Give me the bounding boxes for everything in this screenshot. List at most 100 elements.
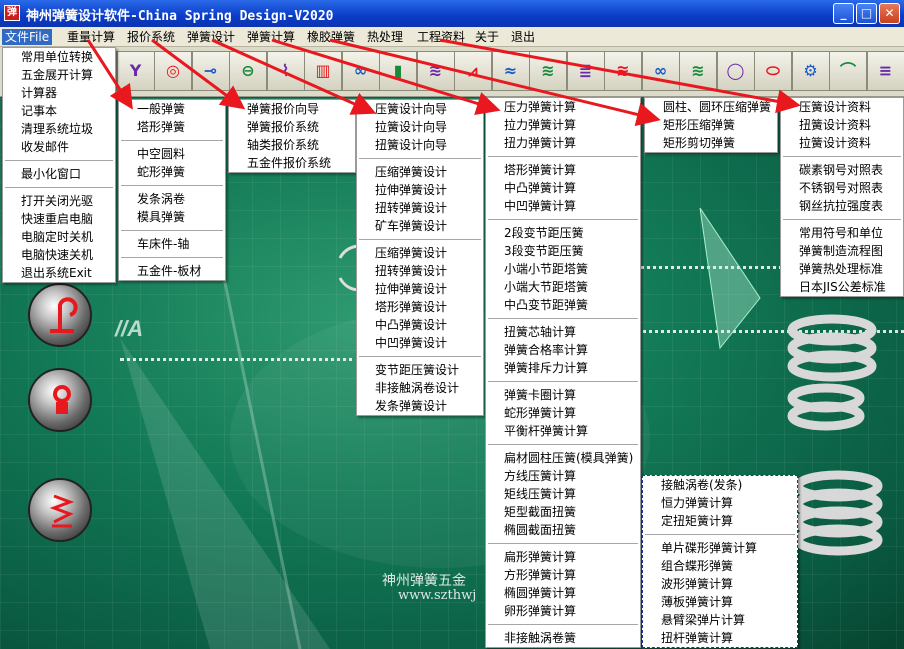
- coil-array-icon[interactable]: ▥: [304, 51, 342, 91]
- engineering-menu-item[interactable]: 不锈钢号对照表: [781, 179, 903, 197]
- file-menu-item[interactable]: 清理系统垃圾: [3, 120, 115, 138]
- calc-menu-item[interactable]: 平衡杆弹簧计算: [486, 422, 640, 440]
- calc-menu-item[interactable]: 中凸弹簧计算: [486, 179, 640, 197]
- rubber-menu-item[interactable]: 圆柱、圆环压缩弹簧: [645, 98, 777, 116]
- stack-icon[interactable]: ≋: [416, 51, 455, 91]
- engineering-menu-item[interactable]: 拉簧设计资料: [781, 134, 903, 152]
- file-menu-item[interactable]: 记事本: [3, 102, 115, 120]
- engineering-menu-item[interactable]: 扭簧设计资料: [781, 116, 903, 134]
- calc_sub-menu-item[interactable]: 定扭矩簧计算: [643, 512, 797, 530]
- design-menu-item[interactable]: 变节距压簧设计: [357, 361, 483, 379]
- calc_sub-menu-item[interactable]: 组合蝶形弹簧: [643, 557, 797, 575]
- design-menu-item[interactable]: 拉伸弹簧设计: [357, 181, 483, 199]
- menu-spring-design[interactable]: 弹簧设计: [184, 29, 238, 45]
- zigzag-icon[interactable]: ⩘: [454, 51, 492, 91]
- file-menu-item[interactable]: 最小化窗口: [3, 165, 115, 183]
- rubber-menu-item[interactable]: 矩形压缩弹簧: [645, 116, 777, 134]
- calc-menu-item[interactable]: 塔形弹簧计算: [486, 161, 640, 179]
- design-menu-item[interactable]: 拉伸弹簧设计: [357, 280, 483, 298]
- menu-quote[interactable]: 报价系统: [124, 29, 178, 45]
- calc-menu-item[interactable]: 蛇形弹簧计算: [486, 404, 640, 422]
- compression-spring-icon[interactable]: ⌇: [266, 51, 305, 91]
- weight-menu-item[interactable]: 模具弹簧: [119, 208, 225, 226]
- blue-coil-icon[interactable]: ≣: [566, 51, 605, 91]
- weight-menu-item[interactable]: 车床件-轴: [119, 235, 225, 253]
- arch-icon[interactable]: ⌒: [829, 51, 867, 91]
- calc-menu-item[interactable]: 小端大节距塔簧: [486, 278, 640, 296]
- design-menu-item[interactable]: 压缩弹簧设计: [357, 244, 483, 262]
- calc-menu-item[interactable]: 扁材圆柱压簧(模具弹簧): [486, 449, 640, 467]
- menu-weight-calc[interactable]: 重量计算: [64, 29, 118, 45]
- design-menu-item[interactable]: 压缩弹簧设计: [357, 163, 483, 181]
- menu-heat-treatment[interactable]: 热处理: [364, 29, 406, 45]
- chain-icon[interactable]: ⊖: [229, 51, 267, 91]
- weight-menu-item[interactable]: 塔形弹簧: [119, 118, 225, 136]
- minimize-button[interactable]: _: [833, 3, 854, 24]
- file-menu-item[interactable]: 快速重启电脑: [3, 210, 115, 228]
- design-menu-item[interactable]: 矿车弹簧设计: [357, 217, 483, 235]
- quote-menu-item[interactable]: 弹簧报价向导: [229, 100, 355, 118]
- gear-icon[interactable]: ⚙: [791, 51, 830, 91]
- coil-grey-icon[interactable]: ≡: [866, 51, 904, 91]
- torsion-spring-button[interactable]: [28, 368, 92, 432]
- oval-icon[interactable]: ⬭: [754, 51, 792, 91]
- file-menu-item[interactable]: 电脑快速关机: [3, 246, 115, 264]
- menu-rubber-spring[interactable]: 橡胶弹簧: [304, 29, 358, 45]
- weight-menu-item[interactable]: 发条涡卷: [119, 190, 225, 208]
- calc_sub-menu-item[interactable]: 波形弹簧计算: [643, 575, 797, 593]
- quote-menu-item[interactable]: 五金件报价系统: [229, 154, 355, 172]
- calc_sub-menu-item[interactable]: 接触涡卷(发条): [643, 476, 797, 494]
- file-menu-item[interactable]: 计算器: [3, 84, 115, 102]
- file-menu-item[interactable]: 收发邮件: [3, 138, 115, 156]
- design-menu-item[interactable]: 非接触涡卷设计: [357, 379, 483, 397]
- design-menu-item[interactable]: 压簧设计向导: [357, 100, 483, 118]
- blue-spring-icon[interactable]: ≋: [679, 51, 717, 91]
- weight-menu-item[interactable]: 一般弹簧: [119, 100, 225, 118]
- calc_sub-menu-item[interactable]: 单片碟形弹簧计算: [643, 539, 797, 557]
- spring-red-icon[interactable]: ≋: [529, 51, 567, 91]
- calc_sub-menu-item[interactable]: 悬臂梁弹片计算: [643, 611, 797, 629]
- engineering-menu-item[interactable]: 压簧设计资料: [781, 98, 903, 116]
- shaft-icon[interactable]: ⊸: [191, 51, 230, 91]
- quote-menu-item[interactable]: 轴类报价系统: [229, 136, 355, 154]
- calc-menu-item[interactable]: 方形弹簧计算: [486, 566, 640, 584]
- ring-icon[interactable]: ∞: [341, 51, 380, 91]
- design-menu-item[interactable]: 中凹弹簧设计: [357, 334, 483, 352]
- engineering-menu-item[interactable]: 日本JIS公差标准: [781, 278, 903, 296]
- calc-menu-item[interactable]: 弹簧卡圈计算: [486, 386, 640, 404]
- weight-menu-item[interactable]: 中空圆料: [119, 145, 225, 163]
- calc-menu-item[interactable]: 2段变节距压簧: [486, 224, 640, 242]
- quote-menu-item[interactable]: 弹簧报价系统: [229, 118, 355, 136]
- maximize-button[interactable]: □: [856, 3, 877, 24]
- calc_sub-menu-item[interactable]: 恒力弹簧计算: [643, 494, 797, 512]
- bearing-icon[interactable]: ◎: [154, 51, 192, 91]
- calc-menu-item[interactable]: 矩线压簧计算: [486, 485, 640, 503]
- calc-menu-item[interactable]: 压力弹簧计算: [486, 98, 640, 116]
- menu-exit[interactable]: 退出: [508, 29, 538, 45]
- calc-menu-item[interactable]: 扭力弹簧计算: [486, 134, 640, 152]
- engineering-menu-item[interactable]: 钢丝抗拉强度表: [781, 197, 903, 215]
- x-y-plot-icon[interactable]: Y: [116, 51, 155, 91]
- spiral-icon[interactable]: ∞: [641, 51, 680, 91]
- ring-red-icon[interactable]: ◯: [716, 51, 755, 91]
- file-menu-item[interactable]: 打开关闭光驱: [3, 192, 115, 210]
- calc-menu-item[interactable]: 扭簧芯轴计算: [486, 323, 640, 341]
- file-menu-item[interactable]: 退出系统Exit: [3, 264, 115, 282]
- file-menu-item[interactable]: 五金展开计算: [3, 66, 115, 84]
- menu-engineering[interactable]: 工程资料: [414, 29, 468, 45]
- weight-menu-item[interactable]: 五金件-板材: [119, 262, 225, 280]
- calc-menu-item[interactable]: 方线压簧计算: [486, 467, 640, 485]
- battery-icon[interactable]: ▮: [379, 51, 417, 91]
- menu-spring-calc[interactable]: 弹簧计算: [244, 29, 298, 45]
- green-coil-icon[interactable]: ≋: [604, 51, 642, 91]
- design-menu-item[interactable]: 拉簧设计向导: [357, 118, 483, 136]
- calc-menu-item[interactable]: 弹簧排斥力计算: [486, 359, 640, 377]
- file-menu-item[interactable]: 常用单位转换: [3, 48, 115, 66]
- extension-spring-button[interactable]: [28, 283, 92, 347]
- close-button[interactable]: ✕: [879, 3, 900, 24]
- engineering-menu-item[interactable]: 弹簧热处理标准: [781, 260, 903, 278]
- design-menu-item[interactable]: 扭簧设计向导: [357, 136, 483, 154]
- design-menu-item[interactable]: 发条弹簧设计: [357, 397, 483, 415]
- design-menu-item[interactable]: 扭转弹簧设计: [357, 199, 483, 217]
- rubber-menu-item[interactable]: 矩形剪切弹簧: [645, 134, 777, 152]
